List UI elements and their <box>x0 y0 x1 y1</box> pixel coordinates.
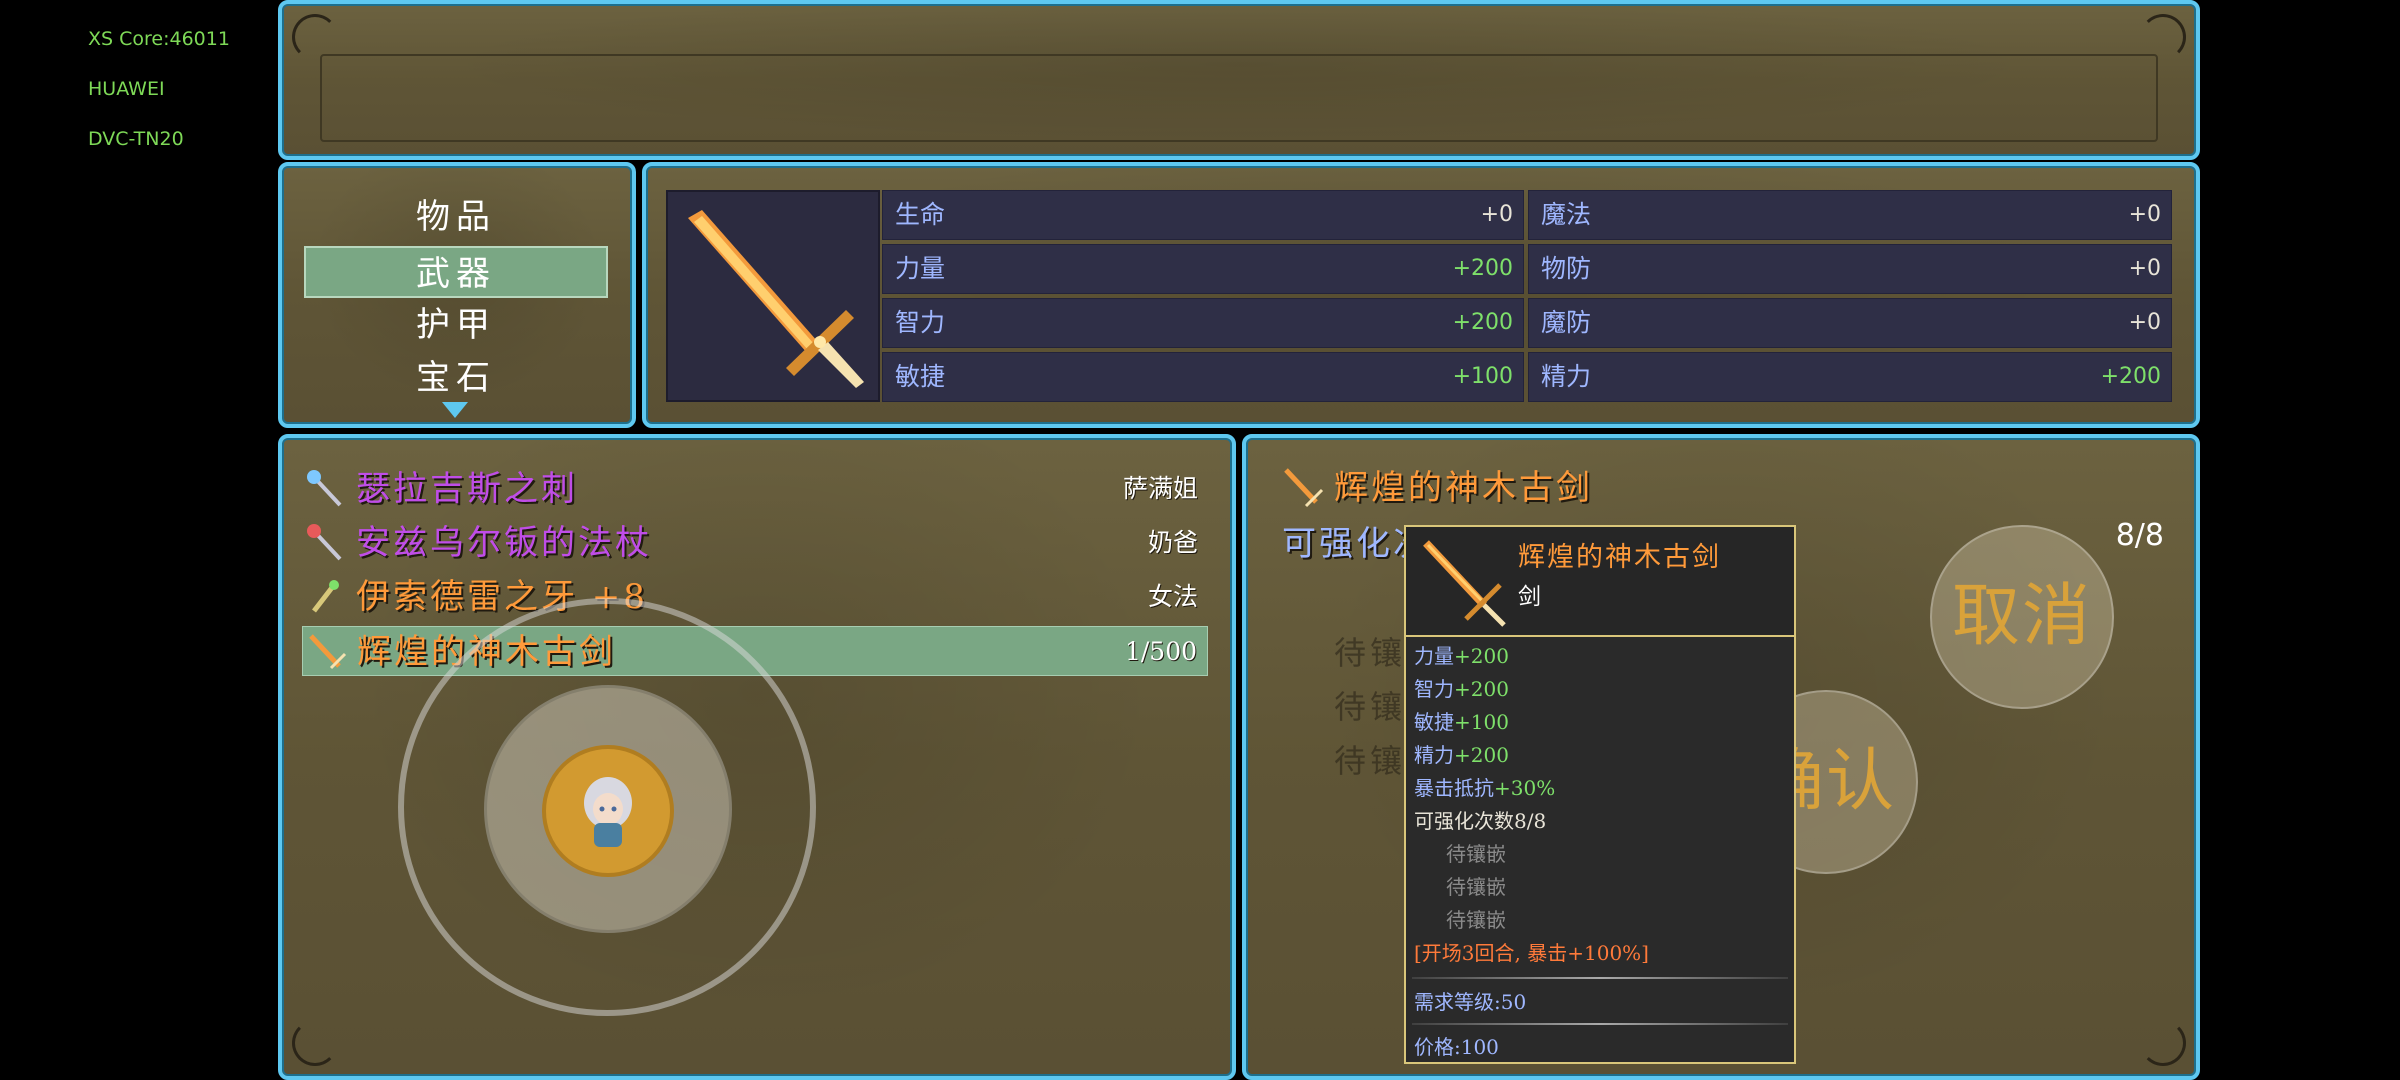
tooltip-stat-key: 力量 <box>1414 644 1454 668</box>
top-banner-panel <box>278 0 2200 160</box>
stat-label: 生命 <box>895 200 946 229</box>
dagger-icon <box>312 580 339 613</box>
stat-intellect: 智力 +200 <box>882 298 1524 348</box>
stat-label: 魔防 <box>1541 308 1592 337</box>
item-quantity: 1/500 <box>1124 637 1197 666</box>
tooltip-item-name: 辉煌的神木古剑 <box>1518 542 1721 573</box>
debug-brand-text: HUAWEI <box>88 78 165 100</box>
tooltip-stat-value: +100 <box>1454 710 1509 734</box>
stat-value: +0 <box>1480 202 1513 227</box>
corner-ornament <box>292 1020 338 1066</box>
stat-label: 魔法 <box>1541 200 1592 229</box>
item-name: 瑟拉吉斯之刺 <box>356 469 578 509</box>
cancel-button[interactable]: 取消 <box>1930 525 2114 709</box>
character-avatar-icon <box>584 777 632 847</box>
corner-ornament <box>292 14 338 60</box>
stat-label: 敏捷 <box>895 362 946 391</box>
tooltip-stat-key: 暴击抵抗 <box>1414 776 1494 800</box>
tooltip-stat: 力量+200 <box>1414 641 1509 671</box>
tooltip-socket: 待镶嵌 <box>1446 875 1506 899</box>
tooltip-stat: 敏捷+100 <box>1414 707 1509 737</box>
corner-ornament <box>2140 14 2186 60</box>
stat-value: +0 <box>2128 202 2161 227</box>
scroll-down-arrow-icon[interactable] <box>442 402 468 418</box>
sword-icon <box>688 210 864 388</box>
tooltip-stat-value: +30% <box>1494 776 1556 800</box>
staff-icon <box>307 470 342 507</box>
tooltip-stat-key: 敏捷 <box>1414 710 1454 734</box>
stat-agility: 敏捷 +100 <box>882 352 1524 402</box>
stat-mana: 魔法 +0 <box>1528 190 2172 240</box>
stat-magic-def: 魔防 +0 <box>1528 298 2172 348</box>
item-owner: 奶爸 <box>1147 528 1198 557</box>
stat-energy: 精力 +200 <box>1528 352 2172 402</box>
enhance-count-value: 8/8 <box>2115 518 2164 553</box>
tooltip-stat-value: +200 <box>1454 644 1509 668</box>
tooltip-header: 辉煌的神木古剑 剑 <box>1406 527 1794 637</box>
stat-value: +200 <box>2100 364 2161 389</box>
inventory-item[interactable]: 瑟拉吉斯之刺 萨满姐 <box>302 464 1208 514</box>
tab-items[interactable]: 物品 <box>304 191 608 243</box>
category-panel: 物品 武器 护甲 宝石 <box>278 162 636 428</box>
tooltip-price: 价格:100 <box>1414 1035 1499 1059</box>
tooltip-stat-key: 智力 <box>1414 677 1454 701</box>
stat-value: +100 <box>1452 364 1513 389</box>
staff-icon <box>307 524 342 561</box>
tab-gems[interactable]: 宝石 <box>304 352 608 404</box>
tooltip-divider <box>1412 1023 1788 1025</box>
tooltip-item-type: 剑 <box>1518 584 1541 610</box>
tooltip-stat-key: 精力 <box>1414 743 1454 767</box>
tooltip-stat: 智力+200 <box>1414 674 1509 704</box>
weapon-preview <box>666 190 880 402</box>
tooltip-stat-value: +200 <box>1454 743 1509 767</box>
stat-label: 物防 <box>1541 254 1592 283</box>
detail-item-title: 辉煌的神木古剑 <box>1334 468 1593 508</box>
tooltip-socket: 待镶嵌 <box>1446 908 1506 932</box>
stat-hp: 生命 +0 <box>882 190 1524 240</box>
tooltip-stat: 精力+200 <box>1414 740 1509 770</box>
sword-icon <box>1284 468 1324 508</box>
stat-label: 精力 <box>1541 362 1592 391</box>
debug-core-text: XS Core:46011 <box>88 28 230 50</box>
tooltip-skill: [开场3回合, 暴击+100%] <box>1414 941 1649 965</box>
stat-value: +0 <box>2128 310 2161 335</box>
inventory-item[interactable]: 伊索德雷之牙 +8 女法 <box>302 572 1208 622</box>
stat-label: 智力 <box>895 308 946 337</box>
tooltip-level-req: 需求等级:50 <box>1414 990 1527 1014</box>
item-owner: 女法 <box>1147 582 1198 611</box>
joystick-knob[interactable] <box>542 745 674 877</box>
tooltip-socket: 待镶嵌 <box>1446 842 1506 866</box>
tooltip-enhance: 可强化次数8/8 <box>1414 809 1547 833</box>
item-tooltip: 辉煌的神木古剑 剑 力量+200 智力+200 敏捷+100 精力+200 暴击… <box>1404 525 1796 1064</box>
tooltip-stat-value: +200 <box>1454 677 1509 701</box>
stat-strength: 力量 +200 <box>882 244 1524 294</box>
sword-icon <box>309 634 347 670</box>
tab-armor[interactable]: 护甲 <box>304 299 608 351</box>
stat-value: +200 <box>1452 310 1513 335</box>
tooltip-divider <box>1412 977 1788 979</box>
debug-model-text: DVC-TN20 <box>88 128 184 150</box>
stat-phys-def: 物防 +0 <box>1528 244 2172 294</box>
tooltip-stat: 暴击抵抗+30% <box>1414 773 1555 803</box>
corner-ornament <box>2140 1020 2186 1066</box>
stat-value: +0 <box>2128 256 2161 281</box>
item-owner: 萨满姐 <box>1122 474 1198 503</box>
stat-label: 力量 <box>895 254 946 283</box>
stats-panel: 生命 +0 力量 +200 智力 +200 敏捷 +100 魔法 +0 物防 +… <box>642 162 2200 428</box>
top-banner-frame <box>320 54 2158 142</box>
stat-value: +200 <box>1452 256 1513 281</box>
tab-weapons[interactable]: 武器 <box>304 246 608 298</box>
item-name: 安兹乌尔钣的法杖 <box>356 523 652 563</box>
inventory-item[interactable]: 安兹乌尔钣的法杖 奶爸 <box>302 518 1208 568</box>
sword-icon <box>1423 540 1506 627</box>
